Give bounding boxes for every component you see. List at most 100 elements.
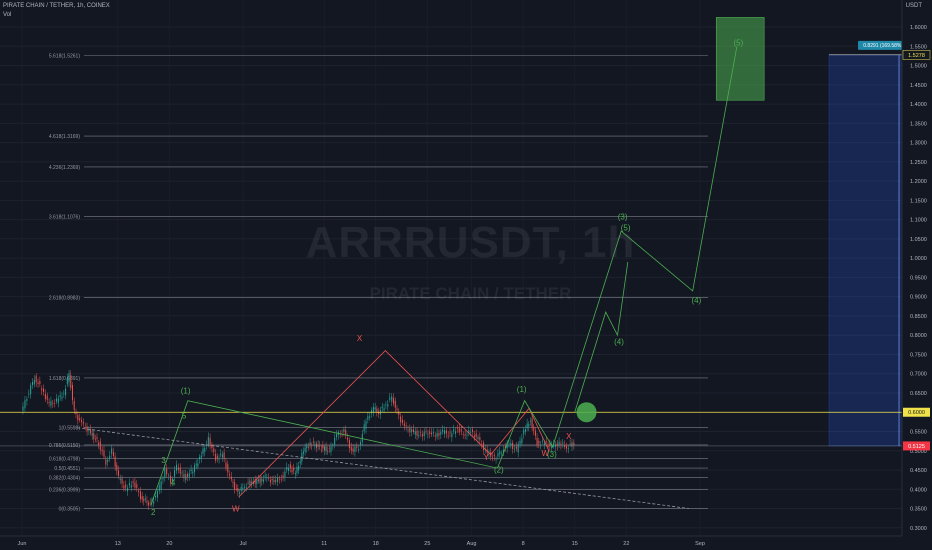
candle-body [185, 474, 187, 481]
volume-label[interactable]: Vol [3, 12, 11, 18]
candle-body [286, 467, 288, 470]
candle-body [79, 418, 81, 421]
candle-body [273, 479, 275, 483]
time-tick-label: 18 [373, 541, 379, 547]
candle-body [117, 470, 119, 476]
candle-body [436, 433, 438, 437]
entry-circle [576, 402, 597, 423]
time-tick-label: 25 [424, 541, 430, 547]
candle-body [512, 442, 514, 450]
candle-body [407, 430, 409, 431]
candle-body [166, 468, 168, 475]
candle-body [431, 432, 433, 435]
candle-body [400, 416, 402, 423]
candle-body [298, 466, 300, 471]
candle-body [156, 491, 158, 498]
candle-body [43, 388, 45, 393]
candle-body [434, 435, 436, 437]
candle-body [315, 443, 317, 448]
candle-body [107, 459, 109, 463]
time-axis[interactable]: Jun 13 20 Jul 11 18 25 Aug 8 15 22 Sep [0, 535, 902, 547]
candle-body [385, 404, 387, 406]
candle-body [294, 473, 296, 475]
candle-body [195, 463, 197, 466]
wave-label: 3 [161, 456, 166, 465]
candle-body [458, 428, 460, 433]
candle-body [63, 393, 65, 394]
price-axis[interactable]: 1.6000 1.5500 1.5000 1.4500 1.4000 1.3500 1.30… [901, 0, 932, 550]
candle-body [155, 495, 157, 498]
candle-body [103, 450, 105, 457]
candle-body [229, 474, 231, 476]
candle-body [493, 454, 495, 457]
price-tick-label: 0.4500 [910, 468, 927, 474]
candle-body [268, 478, 270, 479]
candle-body [339, 434, 341, 435]
price-tick-label: 0.4000 [910, 487, 927, 493]
candle-body [427, 433, 429, 435]
candle-body [296, 466, 298, 474]
candle-body [245, 486, 247, 488]
wave-label: (3) [547, 450, 557, 459]
candle-body [348, 439, 350, 449]
candle-body [230, 476, 232, 480]
candle-body [495, 458, 497, 460]
candle-body [98, 442, 100, 445]
candle-body [538, 440, 540, 444]
candle-body [304, 447, 306, 452]
candle-body [71, 385, 73, 401]
symbol-title[interactable]: PIRATE CHAIN / TETHER, 1h, COINEX [3, 3, 110, 9]
candle-body [421, 433, 423, 437]
candle-body [50, 401, 52, 406]
candle-body [26, 398, 28, 401]
time-tick-label: Jun [18, 541, 27, 547]
candle-body [416, 430, 418, 436]
candle-body [347, 437, 349, 440]
candle-body [66, 378, 68, 385]
price-tick-label: 0.5500 [910, 429, 927, 435]
candle-body [200, 455, 202, 459]
candle-body [432, 432, 434, 433]
candle-body [35, 375, 37, 383]
candle-body [451, 433, 453, 438]
candle-body [309, 442, 311, 446]
candle-body [116, 464, 118, 471]
candle-body [510, 443, 512, 446]
fib-level-label: 0.382(0.4304) [49, 476, 80, 482]
candle-body [57, 398, 59, 403]
candle-body [141, 496, 143, 500]
candle-body [249, 480, 251, 485]
candle-body [81, 420, 83, 423]
price-chart[interactable]: 0(0.3505) 0.236(0.3999) 0.382(0.4304) 0.5(0… [0, 0, 932, 550]
candle-body [473, 435, 475, 438]
candle-body [112, 452, 114, 457]
candle-body [573, 442, 575, 446]
candle-body [383, 408, 385, 411]
candle-body [302, 451, 304, 454]
candle-body [524, 429, 526, 432]
candle-body [405, 425, 407, 427]
candle-body [144, 498, 146, 500]
candle-body [409, 428, 411, 433]
price-tick-label: 0.8500 [910, 314, 927, 320]
candle-body [571, 442, 573, 447]
wave-label: X [357, 334, 363, 343]
candle-body [194, 465, 196, 472]
candle-body [48, 402, 50, 404]
candle-body [543, 443, 545, 445]
candle-body [162, 477, 164, 480]
fib-level-label: 0(0.3505) [59, 506, 81, 512]
candle-body [176, 464, 178, 471]
candle-body [143, 498, 145, 501]
price-tick-label: 1.4000 [910, 102, 927, 108]
candle-body [275, 480, 277, 482]
candle-body [533, 426, 535, 431]
candle-body [396, 408, 398, 410]
candle-body [325, 446, 327, 452]
time-tick-label: Aug [467, 541, 477, 547]
candle-body [232, 482, 234, 484]
candle-body [46, 395, 48, 400]
candle-body [280, 479, 282, 480]
candle-body [216, 456, 218, 458]
candle-body [483, 442, 485, 450]
